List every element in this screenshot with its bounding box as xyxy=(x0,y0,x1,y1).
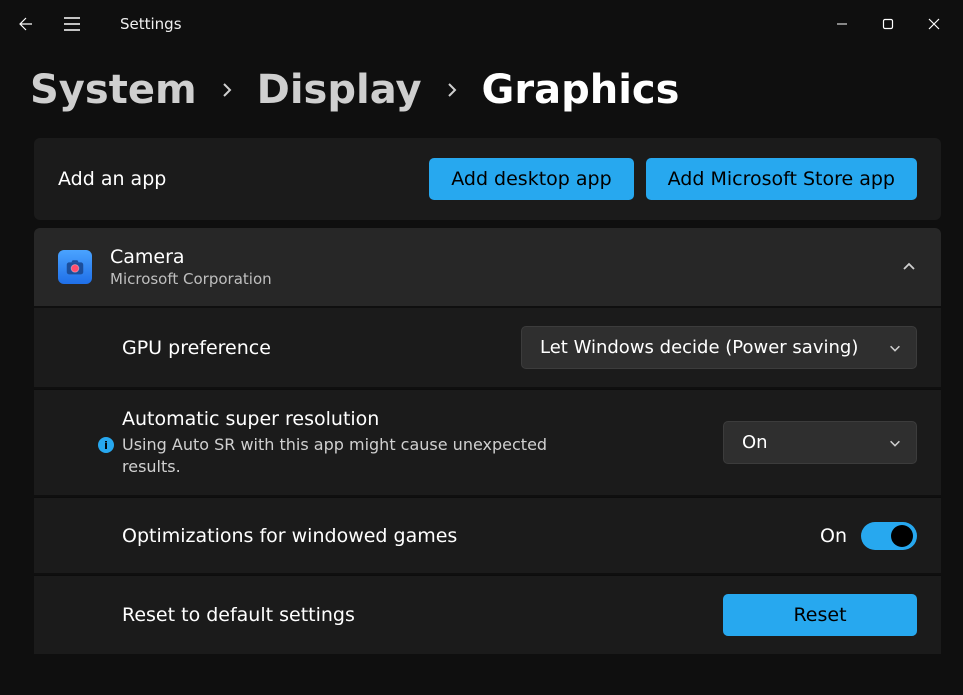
breadcrumb-system[interactable]: System xyxy=(30,70,197,110)
gpu-preference-label: GPU preference xyxy=(122,337,271,359)
gpu-preference-select[interactable]: Let Windows decide (Power saving) xyxy=(521,326,917,369)
auto-sr-row: Automatic super resolution i Using Auto … xyxy=(34,389,941,495)
minimize-icon xyxy=(836,18,848,30)
add-app-card: Add an app Add desktop app Add Microsoft… xyxy=(34,138,941,220)
windowed-optimizations-toggle[interactable] xyxy=(861,522,917,550)
breadcrumb-current: Graphics xyxy=(482,70,680,110)
chevron-right-icon xyxy=(219,82,235,98)
add-app-title: Add an app xyxy=(58,168,166,190)
gpu-preference-value: Let Windows decide (Power saving) xyxy=(540,337,858,358)
auto-sr-select[interactable]: On xyxy=(723,421,917,464)
app-settings-group: Camera Microsoft Corporation GPU prefere… xyxy=(34,228,941,654)
add-store-app-button[interactable]: Add Microsoft Store app xyxy=(646,158,917,200)
reset-row: Reset to default settings Reset xyxy=(34,575,941,654)
chevron-up-icon xyxy=(901,259,917,275)
maximize-icon xyxy=(882,18,894,30)
app-name: Camera xyxy=(110,246,272,268)
chevron-down-icon xyxy=(888,341,902,355)
reset-button[interactable]: Reset xyxy=(723,594,917,636)
auto-sr-description: Using Auto SR with this app might cause … xyxy=(122,434,602,477)
gpu-preference-row: GPU preference Let Windows decide (Power… xyxy=(34,308,941,387)
chevron-right-icon xyxy=(444,82,460,98)
app-title: Settings xyxy=(120,15,182,33)
close-icon xyxy=(928,18,940,30)
windowed-optimizations-state: On xyxy=(820,525,847,547)
toggle-knob xyxy=(891,525,913,547)
auto-sr-value: On xyxy=(742,432,768,453)
content-area: Add an app Add desktop app Add Microsoft… xyxy=(0,138,963,654)
app-publisher: Microsoft Corporation xyxy=(110,270,272,288)
breadcrumb-display[interactable]: Display xyxy=(257,70,422,110)
back-button[interactable] xyxy=(6,4,46,44)
reset-label: Reset to default settings xyxy=(122,604,355,626)
minimize-button[interactable] xyxy=(819,4,865,44)
titlebar: Settings xyxy=(0,0,963,48)
app-expander-header[interactable]: Camera Microsoft Corporation xyxy=(34,228,941,306)
close-button[interactable] xyxy=(911,4,957,44)
camera-app-icon xyxy=(58,250,92,284)
hamburger-icon xyxy=(63,17,81,31)
maximize-button[interactable] xyxy=(865,4,911,44)
arrow-left-icon xyxy=(17,15,35,33)
info-icon: i xyxy=(98,437,114,453)
chevron-down-icon xyxy=(888,436,902,450)
windowed-optimizations-row: Optimizations for windowed games On xyxy=(34,497,941,573)
add-desktop-app-button[interactable]: Add desktop app xyxy=(429,158,633,200)
auto-sr-label: Automatic super resolution xyxy=(122,408,602,430)
windowed-optimizations-label: Optimizations for windowed games xyxy=(122,525,457,547)
hamburger-button[interactable] xyxy=(52,4,92,44)
breadcrumb: System Display Graphics xyxy=(0,48,963,138)
